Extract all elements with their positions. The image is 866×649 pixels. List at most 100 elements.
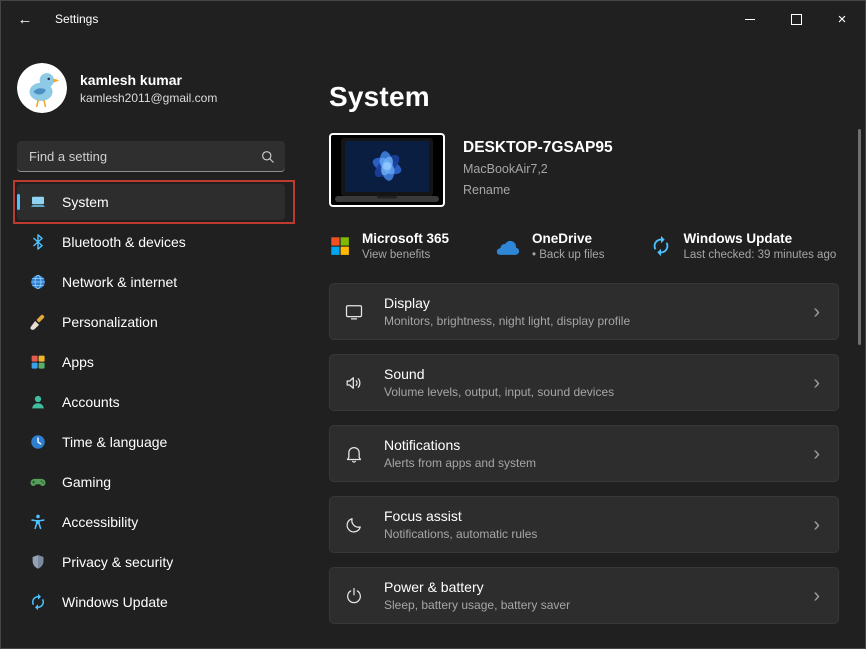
speaker-icon [344,373,384,393]
sync-arrows-icon [650,235,672,257]
sidebar-item-network-internet[interactable]: Network & internet [17,264,285,300]
accessibility-icon [29,513,47,531]
titlebar: ← Settings × [1,1,865,37]
display-icon [344,302,384,322]
system-icon [29,193,47,211]
device-section: DESKTOP-7GSAP95 MacBookAir7,2 Rename [329,133,839,207]
sidebar-item-label: Accessibility [62,514,138,530]
sidebar-item-accounts[interactable]: Accounts [17,384,285,420]
avatar [17,63,67,113]
setting-row-text: Focus assist Notifications, automatic ru… [384,508,537,541]
selected-accent-pill [17,194,20,210]
sidebar-item-privacy-security[interactable]: Privacy & security [17,544,285,580]
setting-row-notifications[interactable]: Notifications Alerts from apps and syste… [329,425,839,482]
sidebar-item-label: Windows Update [62,594,168,610]
setting-subtitle: Alerts from apps and system [384,456,536,470]
chevron-right-icon: › [813,586,820,606]
setting-subtitle: Volume levels, output, input, sound devi… [384,385,614,399]
quick-link-subtitle: Last checked: 39 minutes ago [683,249,836,261]
sidebar-item-system[interactable]: System [17,184,285,220]
device-name: DESKTOP-7GSAP95 [463,139,613,157]
search-input[interactable] [27,148,260,165]
device-model: MacBookAir7,2 [463,162,613,176]
quick-link-subtitle: • Back up files [532,249,604,261]
setting-title: Focus assist [384,508,537,524]
sync-arrows-icon [29,593,47,611]
globe-icon [29,273,47,291]
main-content: System [301,37,865,648]
sidebar-nav: System Bluetooth & devices Network & int… [17,184,285,620]
paintbrush-icon [29,313,47,331]
bell-icon [344,444,384,464]
back-button[interactable]: ← [5,1,45,37]
quick-link-subtitle: View benefits [362,249,449,261]
device-info: DESKTOP-7GSAP95 MacBookAir7,2 Rename [463,133,613,199]
power-icon [344,586,384,606]
setting-row-text: Power & battery Sleep, battery usage, ba… [384,579,570,612]
settings-list: Display Monitors, brightness, night ligh… [329,283,839,624]
moon-icon [344,515,384,535]
setting-row-focus-assist[interactable]: Focus assist Notifications, automatic ru… [329,496,839,553]
profile-block[interactable]: kamlesh kumar kamlesh2011@gmail.com [17,63,285,113]
sidebar-item-label: Gaming [62,474,111,490]
scrollbar-thumb[interactable] [858,129,861,345]
close-icon: × [838,11,847,28]
twitter-bird-avatar [17,63,67,113]
chevron-right-icon: › [813,515,820,535]
sidebar-item-label: Bluetooth & devices [62,234,186,250]
setting-row-display[interactable]: Display Monitors, brightness, night ligh… [329,283,839,340]
chevron-right-icon: › [813,373,820,393]
sidebar: kamlesh kumar kamlesh2011@gmail.com [1,37,301,648]
setting-title: Display [384,295,630,311]
sidebar-item-time-language[interactable]: Time & language [17,424,285,460]
setting-row-text: Notifications Alerts from apps and syste… [384,437,536,470]
quick-link-text: OneDrive • Back up files [532,231,604,261]
setting-subtitle: Notifications, automatic rules [384,527,537,541]
quick-link-onedrive[interactable]: OneDrive • Back up files [495,231,604,261]
setting-subtitle: Monitors, brightness, night light, displ… [384,314,630,328]
sidebar-item-apps[interactable]: Apps [17,344,285,380]
sidebar-item-windows-update[interactable]: Windows Update [17,584,285,620]
setting-subtitle: Sleep, battery usage, battery saver [384,598,570,612]
close-button[interactable]: × [819,1,865,37]
quick-link-title: OneDrive [532,231,604,246]
sidebar-item-gaming[interactable]: Gaming [17,464,285,500]
sidebar-item-accessibility[interactable]: Accessibility [17,504,285,540]
minimize-button[interactable] [727,1,773,37]
apps-grid-icon [29,353,47,371]
sidebar-item-personalization[interactable]: Personalization [17,304,285,340]
setting-row-sound[interactable]: Sound Volume levels, output, input, soun… [329,354,839,411]
setting-row-power-battery[interactable]: Power & battery Sleep, battery usage, ba… [329,567,839,624]
window-title: Settings [55,12,98,26]
search-box[interactable] [17,141,285,172]
window-controls: × [727,1,865,37]
profile-name: kamlesh kumar [80,72,217,88]
page-title: System [329,81,839,113]
maximize-button[interactable] [773,1,819,37]
chevron-right-icon: › [813,444,820,464]
quick-link-text: Windows Update Last checked: 39 minutes … [683,231,836,261]
setting-title: Power & battery [384,579,570,595]
quick-link-microsoft-365[interactable]: Microsoft 365 View benefits [329,231,449,261]
bluetooth-icon [29,233,47,251]
quick-link-windows-update[interactable]: Windows Update Last checked: 39 minutes … [650,231,836,261]
sidebar-item-label: Personalization [62,314,158,330]
settings-window: ← Settings × [0,0,866,649]
sidebar-item-bluetooth-devices[interactable]: Bluetooth & devices [17,224,285,260]
maximize-icon [791,14,802,25]
sidebar-item-label: Apps [62,354,94,370]
clock-icon [29,433,47,451]
setting-row-text: Display Monitors, brightness, night ligh… [384,295,630,328]
minimize-icon [745,19,755,20]
back-arrow-icon: ← [18,11,33,28]
quick-links: Microsoft 365 View benefits OneDrive • B… [329,231,839,261]
sidebar-item-label: System [62,194,109,210]
rename-link[interactable]: Rename [463,183,510,197]
setting-title: Sound [384,366,614,382]
annotation-red-box [13,180,295,224]
onedrive-cloud-icon [495,238,521,255]
gamepad-icon [29,473,47,491]
profile-text: kamlesh kumar kamlesh2011@gmail.com [80,72,217,105]
quick-link-text: Microsoft 365 View benefits [362,231,449,261]
chevron-right-icon: › [813,302,820,322]
